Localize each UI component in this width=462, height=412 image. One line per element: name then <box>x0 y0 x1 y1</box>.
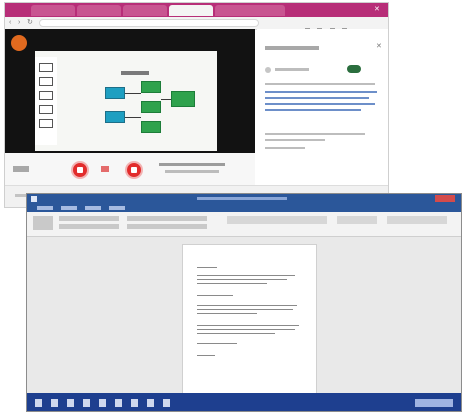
ribbon-tab[interactable] <box>61 206 77 210</box>
flow-connector <box>125 117 141 118</box>
taskbar <box>27 393 461 411</box>
side-panel: ✕ <box>257 29 388 185</box>
presentation-slide <box>35 51 217 151</box>
panel-text-line <box>265 133 365 135</box>
taskbar-app-icons[interactable] <box>131 399 138 407</box>
close-window-icon[interactable]: ✕ <box>374 6 382 14</box>
flow-connector <box>161 99 171 100</box>
flow-node <box>141 81 161 93</box>
flow-node <box>141 101 161 113</box>
side-panel-heading <box>265 46 319 50</box>
tab-strip: ✕ <box>5 3 388 17</box>
slide-heading <box>121 71 149 75</box>
ribbon-tab[interactable] <box>85 206 101 210</box>
controls-left-label <box>13 166 29 172</box>
taskbar-app-icons[interactable] <box>115 399 122 407</box>
video-player[interactable] <box>5 29 255 153</box>
forward-icon[interactable]: › <box>18 19 25 26</box>
panel-text-line <box>265 147 305 149</box>
url-input[interactable] <box>39 19 259 27</box>
radio-icon[interactable] <box>265 67 271 73</box>
arrow-icon <box>101 166 109 172</box>
ribbon <box>27 212 461 237</box>
taskbar-app-icons[interactable] <box>51 399 58 407</box>
flow-node <box>171 91 195 107</box>
reload-icon[interactable]: ↻ <box>27 19 34 26</box>
panel-link-line[interactable] <box>265 91 377 93</box>
controls-center-label <box>159 163 225 166</box>
ribbon-tabs <box>27 204 461 212</box>
panel-link-line[interactable] <box>265 109 361 111</box>
browser-toolbar-icons <box>305 20 375 33</box>
slide-toolbar <box>35 57 57 145</box>
option-label <box>275 68 309 71</box>
tab-active[interactable] <box>169 5 213 16</box>
flow-node <box>105 87 125 99</box>
document-page[interactable] <box>182 244 317 394</box>
taskbar-app-icons[interactable] <box>163 399 170 407</box>
back-icon[interactable]: ‹ <box>9 19 16 26</box>
channel-logo-icon <box>11 35 27 51</box>
taskbar-app-icons[interactable] <box>83 399 90 407</box>
flow-node <box>141 121 161 133</box>
panel-link-line[interactable] <box>265 103 375 105</box>
flow-node <box>105 111 125 123</box>
player-controls <box>5 153 255 185</box>
panel-text-line <box>265 83 375 85</box>
ribbon-tab[interactable] <box>37 206 53 210</box>
word-logo-icon <box>31 196 37 202</box>
tab-1[interactable] <box>31 5 75 16</box>
controls-subtext <box>165 170 219 173</box>
toggle-switch[interactable] <box>347 65 361 73</box>
tab-3[interactable] <box>123 5 167 16</box>
system-tray[interactable] <box>415 399 453 407</box>
ribbon-tab[interactable] <box>109 206 125 210</box>
close-button[interactable] <box>435 195 455 202</box>
tab-2[interactable] <box>77 5 121 16</box>
word-title-bar <box>27 194 461 204</box>
taskbar-app-icons[interactable] <box>99 399 106 407</box>
taskbar-app-icons[interactable] <box>67 399 74 407</box>
record-button-icon[interactable] <box>71 161 89 179</box>
close-panel-icon[interactable]: ✕ <box>376 43 382 50</box>
taskbar-app-icons[interactable] <box>147 399 154 407</box>
word-window <box>26 193 462 412</box>
panel-text-line <box>265 139 325 141</box>
stop-button-icon[interactable] <box>125 161 143 179</box>
panel-link-line[interactable] <box>265 97 369 99</box>
start-icon[interactable] <box>35 399 42 407</box>
document-title <box>197 197 287 200</box>
browser-window: ✕ ‹ › ↻ ✕ <box>4 2 389 208</box>
tab-4[interactable] <box>215 5 285 16</box>
flow-connector <box>125 93 141 94</box>
